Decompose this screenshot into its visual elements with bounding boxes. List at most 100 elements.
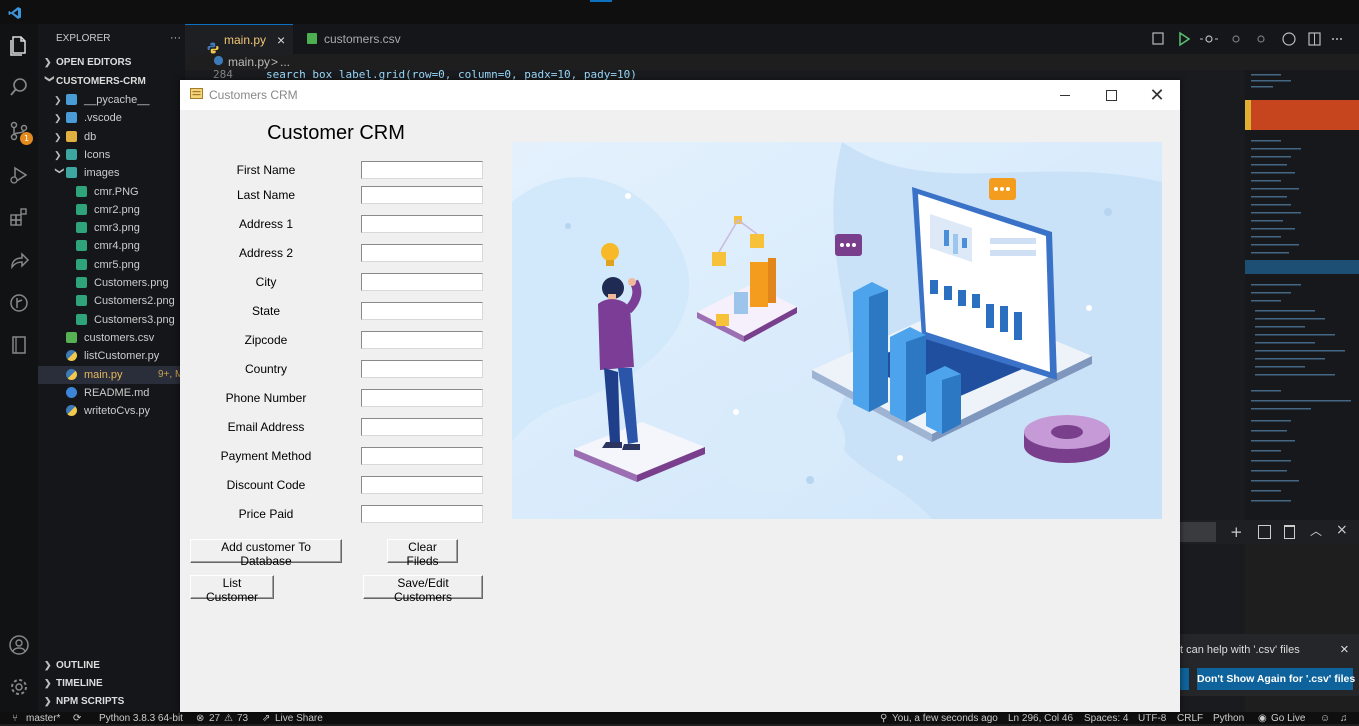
tab-close-icon[interactable]: × (277, 25, 285, 55)
minimize-button[interactable] (1042, 80, 1088, 110)
explorer-item[interactable]: ❯ .vscode (38, 109, 185, 127)
notification-close-icon[interactable]: × (1340, 641, 1349, 658)
new-terminal-icon[interactable]: + (1230, 523, 1243, 541)
live-share-icon[interactable] (0, 242, 38, 280)
field-input[interactable] (361, 505, 483, 523)
image-file-icon (76, 259, 87, 270)
field-input[interactable] (361, 476, 483, 494)
explorer-item[interactable]: Customers.png (38, 274, 185, 292)
field-input[interactable] (361, 360, 483, 378)
explorer-more-button[interactable]: ··· (170, 29, 181, 47)
notification-message: t can help with '.csv' files (1180, 644, 1300, 656)
source-control-icon[interactable]: 1 (0, 112, 38, 150)
image-file-icon (76, 222, 87, 233)
crm-illustration (512, 142, 1162, 519)
field-label: Address 2 (238, 246, 294, 260)
explorer-item[interactable]: listCustomer.py (38, 347, 185, 365)
field-input[interactable] (361, 273, 483, 291)
close-panel-icon[interactable]: × (1336, 522, 1348, 538)
maximize-button[interactable] (1088, 80, 1134, 110)
explorer-item[interactable]: writetoCvs.py (38, 402, 185, 420)
explorer-item[interactable]: cmr3.png (38, 219, 185, 237)
window-titlebar[interactable]: Customers CRM ✕ (180, 80, 1180, 110)
explorer-item[interactable]: cmr4.png (38, 237, 185, 255)
split-terminal-icon[interactable] (1258, 525, 1271, 539)
open-editors-label: OPEN EDITORS (56, 57, 132, 68)
explorer-item[interactable]: cmr.PNG (38, 183, 185, 201)
explorer-item[interactable]: main.py 9+, M (38, 366, 185, 384)
open-editors-section[interactable]: ❯ OPEN EDITORS (44, 53, 131, 71)
info-icon (66, 387, 77, 398)
explorer-item-label: README.md (84, 387, 150, 399)
status-bar: ⑂ master* ⟳ Python 3.8.3 64-bit ⊗ 27 ⚠ 7… (0, 712, 1359, 724)
notification-primary-button[interactable] (1180, 668, 1189, 690)
field-label: Phone Number (225, 391, 307, 405)
npm-scripts-section[interactable]: ❯ NPM SCRIPTS (44, 692, 124, 710)
outline-section[interactable]: ❯ OUTLINE (44, 656, 100, 674)
window-title: Customers CRM (209, 88, 298, 102)
explorer-item[interactable]: README.md (38, 384, 185, 402)
explorer-item-label: Customers.png (94, 277, 169, 289)
explorer-item[interactable]: cmr2.png (38, 201, 185, 219)
explorer-item-label: db (84, 131, 97, 143)
field-input[interactable] (361, 186, 483, 204)
trash-icon[interactable] (1284, 525, 1295, 539)
terminal-panel-toolbar: + ︿ × (1180, 520, 1359, 544)
dont-show-again-button[interactable]: Don't Show Again for '.csv' files (1197, 668, 1355, 690)
field-input[interactable] (361, 418, 483, 436)
project-section[interactable]: ❯CUSTOMERS-CRM (44, 72, 146, 90)
explorer-item[interactable]: Customers2.png (38, 292, 185, 310)
timeline-section[interactable]: ❯ TIMELINE (44, 674, 103, 692)
field-input[interactable] (361, 215, 483, 233)
settings-gear-icon[interactable] (0, 668, 38, 706)
field-input[interactable] (361, 331, 483, 349)
account-icon[interactable] (0, 626, 38, 664)
field-input[interactable] (361, 161, 483, 179)
save-edit-customers-button[interactable]: Save/Edit Customers (363, 575, 483, 604)
explorer-item[interactable]: customers.csv (38, 329, 185, 347)
explorer-icon[interactable] (0, 26, 38, 64)
extensions-icon[interactable] (0, 198, 38, 236)
add-customer-button[interactable]: Add customer To Database (190, 539, 342, 568)
field-label: City (255, 275, 277, 289)
image-file-icon (76, 186, 87, 197)
maximize-panel-icon[interactable]: ︿ (1310, 522, 1322, 539)
explorer-item[interactable]: ❯ images (38, 164, 185, 182)
folder-icon (66, 131, 77, 142)
field-label: First Name (236, 163, 296, 177)
csv-file-icon (307, 33, 317, 44)
explorer-item[interactable]: Customers3.png (38, 311, 185, 329)
csv-file-icon (66, 332, 77, 343)
explorer-item[interactable]: ❯ __pycache__ (38, 91, 185, 109)
customers-crm-window: Customers CRM ✕ Customer CRM First Name L… (180, 80, 1180, 712)
explorer-item-label: writetoCvs.py (84, 405, 151, 417)
terminal-select[interactable] (1180, 522, 1216, 542)
clear-fields-button[interactable]: Clear Fileds (387, 539, 458, 568)
notebook-icon[interactable] (0, 326, 38, 364)
search-icon[interactable] (0, 68, 38, 106)
field-input[interactable] (361, 389, 483, 407)
explorer-item[interactable]: cmr5.png (38, 256, 185, 274)
close-window-button[interactable]: ✕ (1134, 80, 1180, 110)
field-input[interactable] (361, 447, 483, 465)
chevron-icon: ❯ (54, 113, 62, 123)
scm-badge: 1 (20, 132, 33, 145)
tab-main-py[interactable]: main.py × (185, 24, 293, 55)
tab-customers-csv[interactable]: customers.csv (293, 24, 403, 54)
explorer-item-label: Customers3.png (94, 314, 175, 326)
field-input[interactable] (361, 302, 483, 320)
field-label: Payment Method (220, 449, 312, 463)
list-customer-button[interactable]: List Customer (190, 575, 274, 604)
run-debug-icon[interactable] (0, 156, 38, 194)
field-input[interactable] (361, 244, 483, 262)
folder-icon (66, 167, 77, 178)
python-file-icon (66, 405, 77, 416)
chevron-icon: ❯ (54, 132, 62, 142)
explorer-item-label: images (84, 167, 120, 179)
folder-icon (66, 94, 77, 105)
explorer-item[interactable]: ❯ Icons (38, 146, 185, 164)
explorer-item[interactable]: ❯ db (38, 128, 185, 146)
explorer-item-label: cmr3.png (94, 222, 140, 234)
minimap[interactable] (1245, 70, 1359, 520)
git-graph-icon[interactable] (0, 284, 38, 322)
